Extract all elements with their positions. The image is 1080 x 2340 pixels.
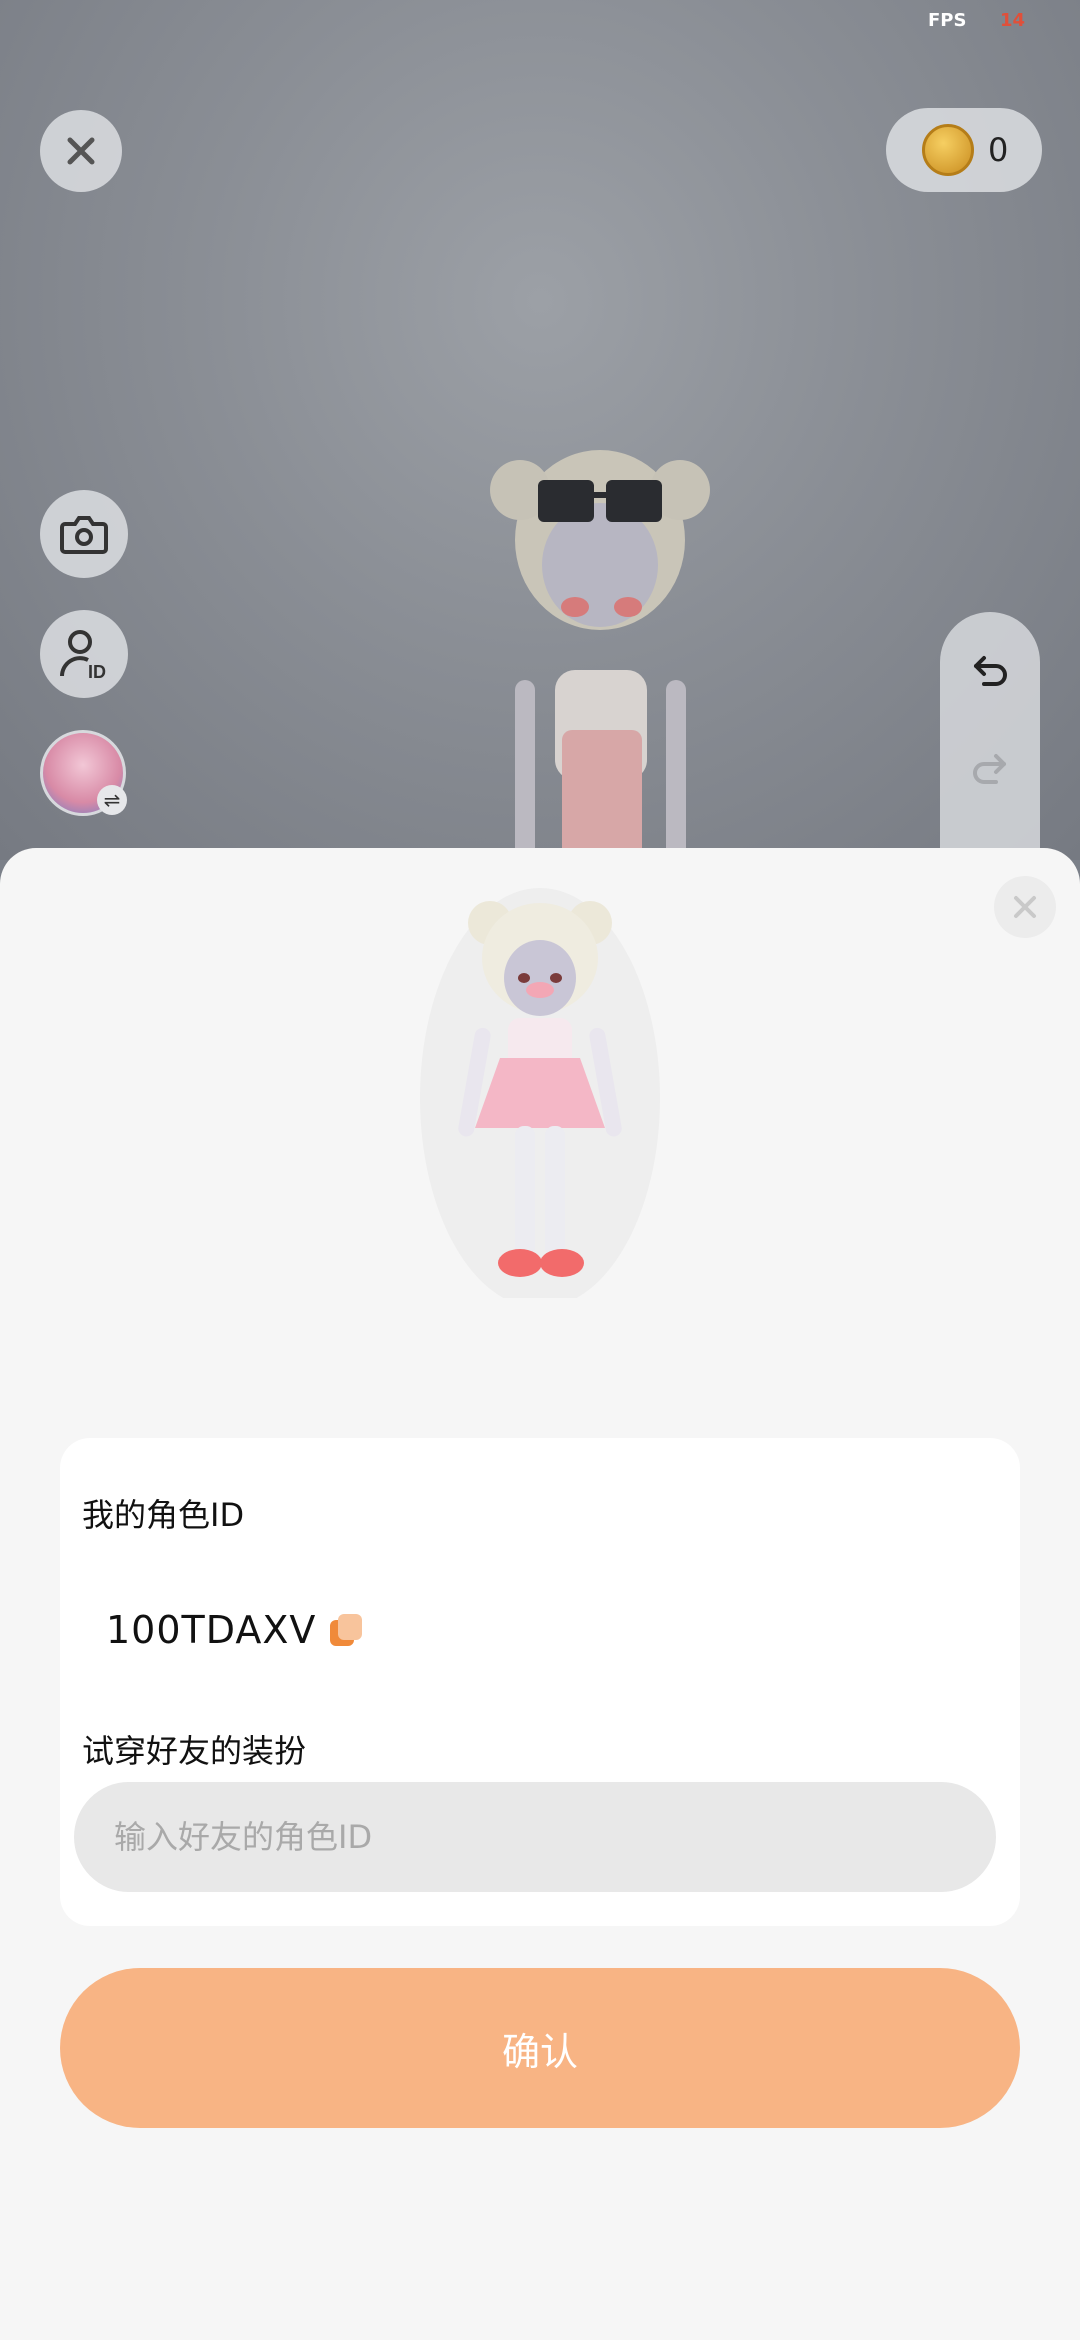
history-panel xyxy=(940,612,1040,860)
close-icon xyxy=(1014,896,1036,918)
coin-count: 0 xyxy=(988,131,1009,169)
coin-icon xyxy=(922,124,974,176)
id-card: 我的角色ID 100TDAXV 试穿好友的装扮 xyxy=(60,1438,1020,1926)
avatar-scene[interactable]: FPS 14 0 ID ⇌ xyxy=(0,0,1080,860)
confirm-button[interactable]: 确认 xyxy=(60,1968,1020,2128)
my-id-label: 我的角色ID xyxy=(82,1496,245,1534)
fps-value: 14 xyxy=(1000,10,1026,31)
character-preview xyxy=(420,888,660,1298)
user-id-icon: ID xyxy=(60,630,106,682)
coin-balance[interactable]: 0 xyxy=(886,108,1042,192)
close-icon xyxy=(67,137,95,165)
my-id-value: 100TDAXV xyxy=(106,1608,317,1652)
character-id-button[interactable]: ID xyxy=(40,610,128,698)
switch-avatar-button[interactable]: ⇌ xyxy=(40,730,127,816)
friend-id-input[interactable] xyxy=(74,1782,996,1892)
friend-tryon-sheet: 我的角色ID 100TDAXV 试穿好友的装扮 确认 xyxy=(0,848,1080,2340)
my-id-row: 100TDAXV xyxy=(106,1608,364,1652)
undo-icon[interactable] xyxy=(970,652,1010,692)
sheet-close-button[interactable] xyxy=(994,876,1056,938)
camera-icon xyxy=(60,516,108,554)
copy-icon[interactable] xyxy=(328,1612,364,1648)
swap-icon: ⇌ xyxy=(97,785,127,815)
camera-button[interactable] xyxy=(40,490,128,578)
fps-label: FPS xyxy=(928,10,967,31)
redo-icon[interactable] xyxy=(970,750,1010,790)
try-on-label: 试穿好友的装扮 xyxy=(82,1732,307,1770)
scene-character xyxy=(490,450,710,860)
svg-text:ID: ID xyxy=(88,662,106,682)
close-button[interactable] xyxy=(40,110,122,192)
